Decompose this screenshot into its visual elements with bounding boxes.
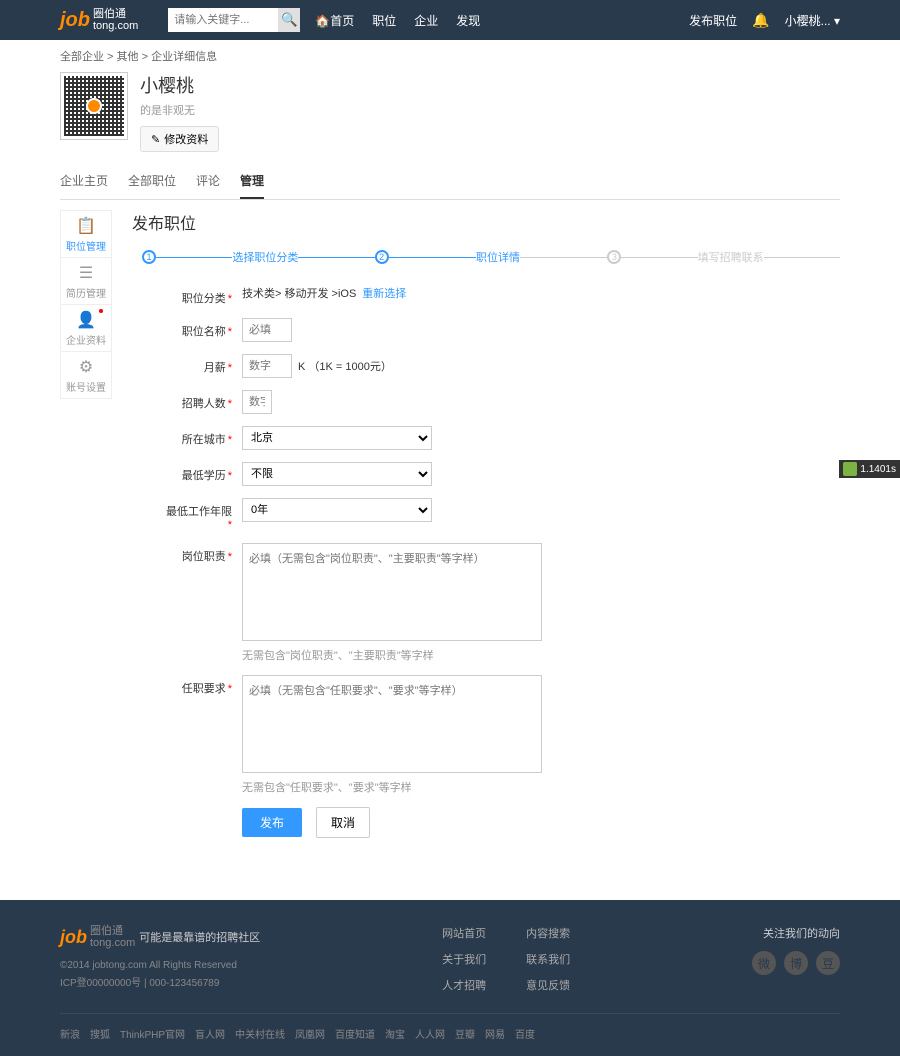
- friend-link[interactable]: 盲人网: [195, 1026, 225, 1041]
- home-icon: 🏠: [315, 14, 330, 28]
- footer-link[interactable]: 联系我们: [526, 951, 570, 967]
- footer-copyright: ©2014 jobtong.com All Rights Reserved: [60, 957, 260, 975]
- nav-discover[interactable]: 发现: [456, 12, 480, 29]
- edit-company-button[interactable]: ✎修改资料: [140, 126, 219, 152]
- tab-home[interactable]: 企业主页: [60, 164, 108, 199]
- sidebar-item-settings[interactable]: ⚙账号设置: [60, 351, 112, 399]
- duty-hint: 无需包含"岗位职责"、"主要职责"等字样: [242, 647, 840, 663]
- tab-all-jobs[interactable]: 全部职位: [128, 164, 176, 199]
- job-form: 职位分类* 技术类> 移动开发 >iOS 重新选择 职位名称* 月薪* K （1…: [162, 285, 840, 838]
- friend-link[interactable]: 新浪: [60, 1026, 80, 1041]
- jobs-icon: 📋: [76, 216, 96, 236]
- friend-link[interactable]: 百度知道: [335, 1026, 375, 1041]
- search-input[interactable]: [168, 8, 278, 32]
- category-value: 技术类> 移动开发 >iOS: [242, 285, 356, 301]
- wechat-icon[interactable]: 微: [752, 951, 776, 975]
- company-subtitle: 的是非观无: [140, 102, 219, 118]
- tab-reviews[interactable]: 评论: [196, 164, 220, 199]
- salary-unit: K （1K = 1000元）: [298, 358, 392, 374]
- friend-link[interactable]: 豆瓣: [455, 1026, 475, 1041]
- city-select[interactable]: 北京: [242, 426, 432, 450]
- manage-sidebar: 📋职位管理 ☰简历管理 👤企业资料 ⚙账号设置: [60, 210, 112, 850]
- friend-link[interactable]: 中关村在线: [235, 1026, 285, 1041]
- step-1-circle: 1: [142, 250, 156, 264]
- gear-icon: ⚙: [79, 357, 93, 377]
- footer-link[interactable]: 人才招聘: [442, 977, 486, 993]
- douban-icon[interactable]: 豆: [816, 951, 840, 975]
- crumb-all[interactable]: 全部企业: [60, 51, 104, 63]
- footer: job 圈伯通tong.com 可能是最靠谱的招聘社区 ©2014 jobton…: [0, 900, 900, 1056]
- cancel-button[interactable]: 取消: [316, 807, 370, 838]
- breadcrumb: 全部企业 > 其他 > 企业详细信息: [60, 40, 840, 72]
- performance-badge: 1.1401s: [839, 460, 900, 478]
- user-icon: 👤: [76, 310, 96, 330]
- page-title: 发布职位: [132, 210, 840, 234]
- headcount-input[interactable]: [242, 390, 272, 414]
- step-1-label: 选择职位分类: [232, 249, 298, 265]
- nav-company[interactable]: 企业: [414, 12, 438, 29]
- crumb-other[interactable]: 其他: [117, 51, 139, 63]
- logo[interactable]: job 圈伯通tong.com: [60, 8, 138, 32]
- crumb-current: 企业详细信息: [151, 51, 217, 63]
- education-select[interactable]: 不限: [242, 462, 432, 486]
- footer-link[interactable]: 关于我们: [442, 951, 486, 967]
- footer-link[interactable]: 意见反馈: [526, 977, 570, 993]
- step-2-label: 职位详情: [476, 249, 520, 265]
- job-name-input[interactable]: [242, 318, 292, 342]
- company-name: 小樱桃: [140, 72, 219, 98]
- nav-home[interactable]: 🏠首页: [315, 12, 354, 29]
- requirement-hint: 无需包含"任职要求"、"要求"等字样: [242, 779, 840, 795]
- company-tabs: 企业主页 全部职位 评论 管理: [60, 164, 840, 200]
- footer-slogan: 可能是最靠谱的招聘社区: [139, 929, 260, 945]
- follow-title: 关注我们的动向: [752, 925, 840, 941]
- friend-link[interactable]: ThinkPHP官网: [120, 1026, 185, 1041]
- sidebar-item-jobs[interactable]: 📋职位管理: [60, 210, 112, 258]
- search-icon: 🔍: [281, 12, 298, 27]
- main-nav: 🏠首页 职位 企业 发现: [315, 12, 480, 29]
- nav-jobs[interactable]: 职位: [372, 12, 396, 29]
- user-menu[interactable]: 小樱桃... ▾: [785, 12, 840, 29]
- sidebar-item-company[interactable]: 👤企业资料: [60, 304, 112, 352]
- bell-icon[interactable]: 🔔: [752, 12, 769, 29]
- search-button[interactable]: 🔍: [278, 8, 300, 32]
- friend-link[interactable]: 百度: [515, 1026, 535, 1041]
- step-2-circle: 2: [375, 250, 389, 264]
- footer-logo: job: [60, 927, 87, 948]
- friend-link[interactable]: 搜狐: [90, 1026, 110, 1041]
- weibo-icon[interactable]: 博: [784, 951, 808, 975]
- top-header: job 圈伯通tong.com 🔍 🏠首页 职位 企业 发现 发布职位 🔔 小樱…: [0, 0, 900, 40]
- footer-link[interactable]: 内容搜索: [526, 925, 570, 941]
- friend-link[interactable]: 网易: [485, 1026, 505, 1041]
- company-header: 小樱桃 的是非观无 ✎修改资料: [60, 72, 840, 152]
- edit-icon: ✎: [151, 133, 160, 146]
- friend-link[interactable]: 淘宝: [385, 1026, 405, 1041]
- step-3-label: 填写招聘联系: [698, 249, 764, 265]
- tab-manage[interactable]: 管理: [240, 164, 264, 199]
- requirement-textarea[interactable]: [242, 675, 542, 773]
- step-3-circle: 3: [607, 250, 621, 264]
- reselect-category-link[interactable]: 重新选择: [362, 285, 406, 301]
- friend-link[interactable]: 凤凰网: [295, 1026, 325, 1041]
- notification-dot: [99, 309, 103, 313]
- footer-link[interactable]: 网站首页: [442, 925, 486, 941]
- submit-button[interactable]: 发布: [242, 808, 302, 837]
- salary-input[interactable]: [242, 354, 292, 378]
- friend-links: 新浪 搜狐 ThinkPHP官网 盲人网 中关村在线 凤凰网 百度知道 淘宝 人…: [60, 1014, 840, 1041]
- sidebar-item-resume[interactable]: ☰简历管理: [60, 257, 112, 305]
- list-icon: ☰: [79, 263, 93, 283]
- qr-code: [60, 72, 128, 140]
- step-indicator: 1 选择职位分类 2 职位详情 3 填写招聘联系: [142, 249, 840, 265]
- duty-textarea[interactable]: [242, 543, 542, 641]
- post-job-link[interactable]: 发布职位: [689, 12, 737, 29]
- footer-icp: ICP登00000000号 | 000-123456789: [60, 975, 260, 993]
- friend-link[interactable]: 人人网: [415, 1026, 445, 1041]
- experience-select[interactable]: 0年: [242, 498, 432, 522]
